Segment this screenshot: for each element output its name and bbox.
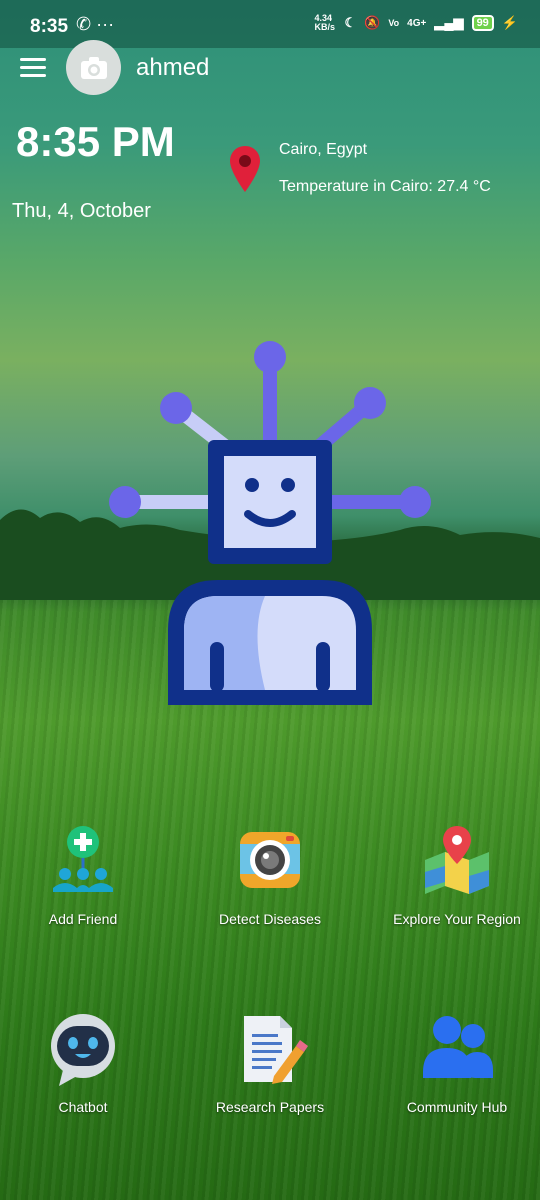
location-city: Cairo, Egypt — [279, 141, 368, 158]
app-label: Community Hub — [406, 1099, 508, 1115]
camera-icon — [80, 56, 107, 79]
username: ahmed — [136, 54, 210, 81]
app-add-friend[interactable]: Add Friend — [0, 822, 168, 927]
clock-date: Thu, 4, October — [12, 200, 151, 222]
robot-mascot-illustration — [109, 341, 431, 705]
more-dots-icon: ··· — [96, 14, 115, 34]
app-label: Detect Diseases — [219, 911, 321, 927]
app-community-hub[interactable]: Community Hub — [372, 1010, 540, 1115]
app-label: Research Papers — [215, 1099, 325, 1115]
whatsapp-icon: ✆ — [76, 14, 92, 34]
app-research-papers[interactable]: Research Papers — [185, 1010, 355, 1115]
volte-icon: Vo — [388, 18, 400, 28]
status-bar: 8:35 ✆ ··· 4.34 KB/s ☾ 🔕 Vo 4G+ ▂▄▆ 99 ⚡ — [0, 0, 540, 48]
chatbot-icon — [51, 1014, 115, 1086]
community-icon — [423, 1016, 493, 1078]
mute-icon: 🔕 — [364, 15, 381, 30]
map-icon — [425, 826, 489, 894]
clock-time: 8:35 PM — [16, 118, 175, 165]
app-explore-region[interactable]: Explore Your Region — [372, 822, 540, 927]
app-label: Explore Your Region — [393, 911, 521, 927]
status-left-icons: ✆ ··· — [76, 14, 114, 35]
location-pin-icon — [230, 146, 260, 192]
network-type: 4G+ — [407, 17, 427, 29]
add-friend-icon — [53, 826, 113, 892]
app-label: Chatbot — [58, 1099, 108, 1115]
location-temperature: Temperature in Cairo: 27.4 °C — [279, 178, 491, 195]
moon-icon: ☾ — [344, 15, 357, 30]
menu-button[interactable] — [20, 58, 46, 78]
app-chatbot[interactable]: Chatbot — [0, 1010, 168, 1115]
document-icon — [244, 1016, 308, 1084]
status-time: 8:35 — [30, 16, 69, 37]
battery-indicator: 99 — [471, 15, 494, 31]
avatar[interactable] — [66, 40, 121, 95]
signal-icon: ▂▄▆ — [434, 15, 464, 30]
app-label: Add Friend — [48, 911, 118, 927]
app-detect-diseases[interactable]: Detect Diseases — [185, 822, 355, 927]
charging-icon: ⚡ — [501, 15, 518, 30]
status-right-icons: 4.34 KB/s ☾ 🔕 Vo 4G+ ▂▄▆ 99 ⚡ — [314, 14, 518, 32]
camera-icon — [240, 832, 300, 888]
network-speed: 4.34 KB/s — [314, 13, 335, 32]
menu-icon — [20, 58, 46, 61]
